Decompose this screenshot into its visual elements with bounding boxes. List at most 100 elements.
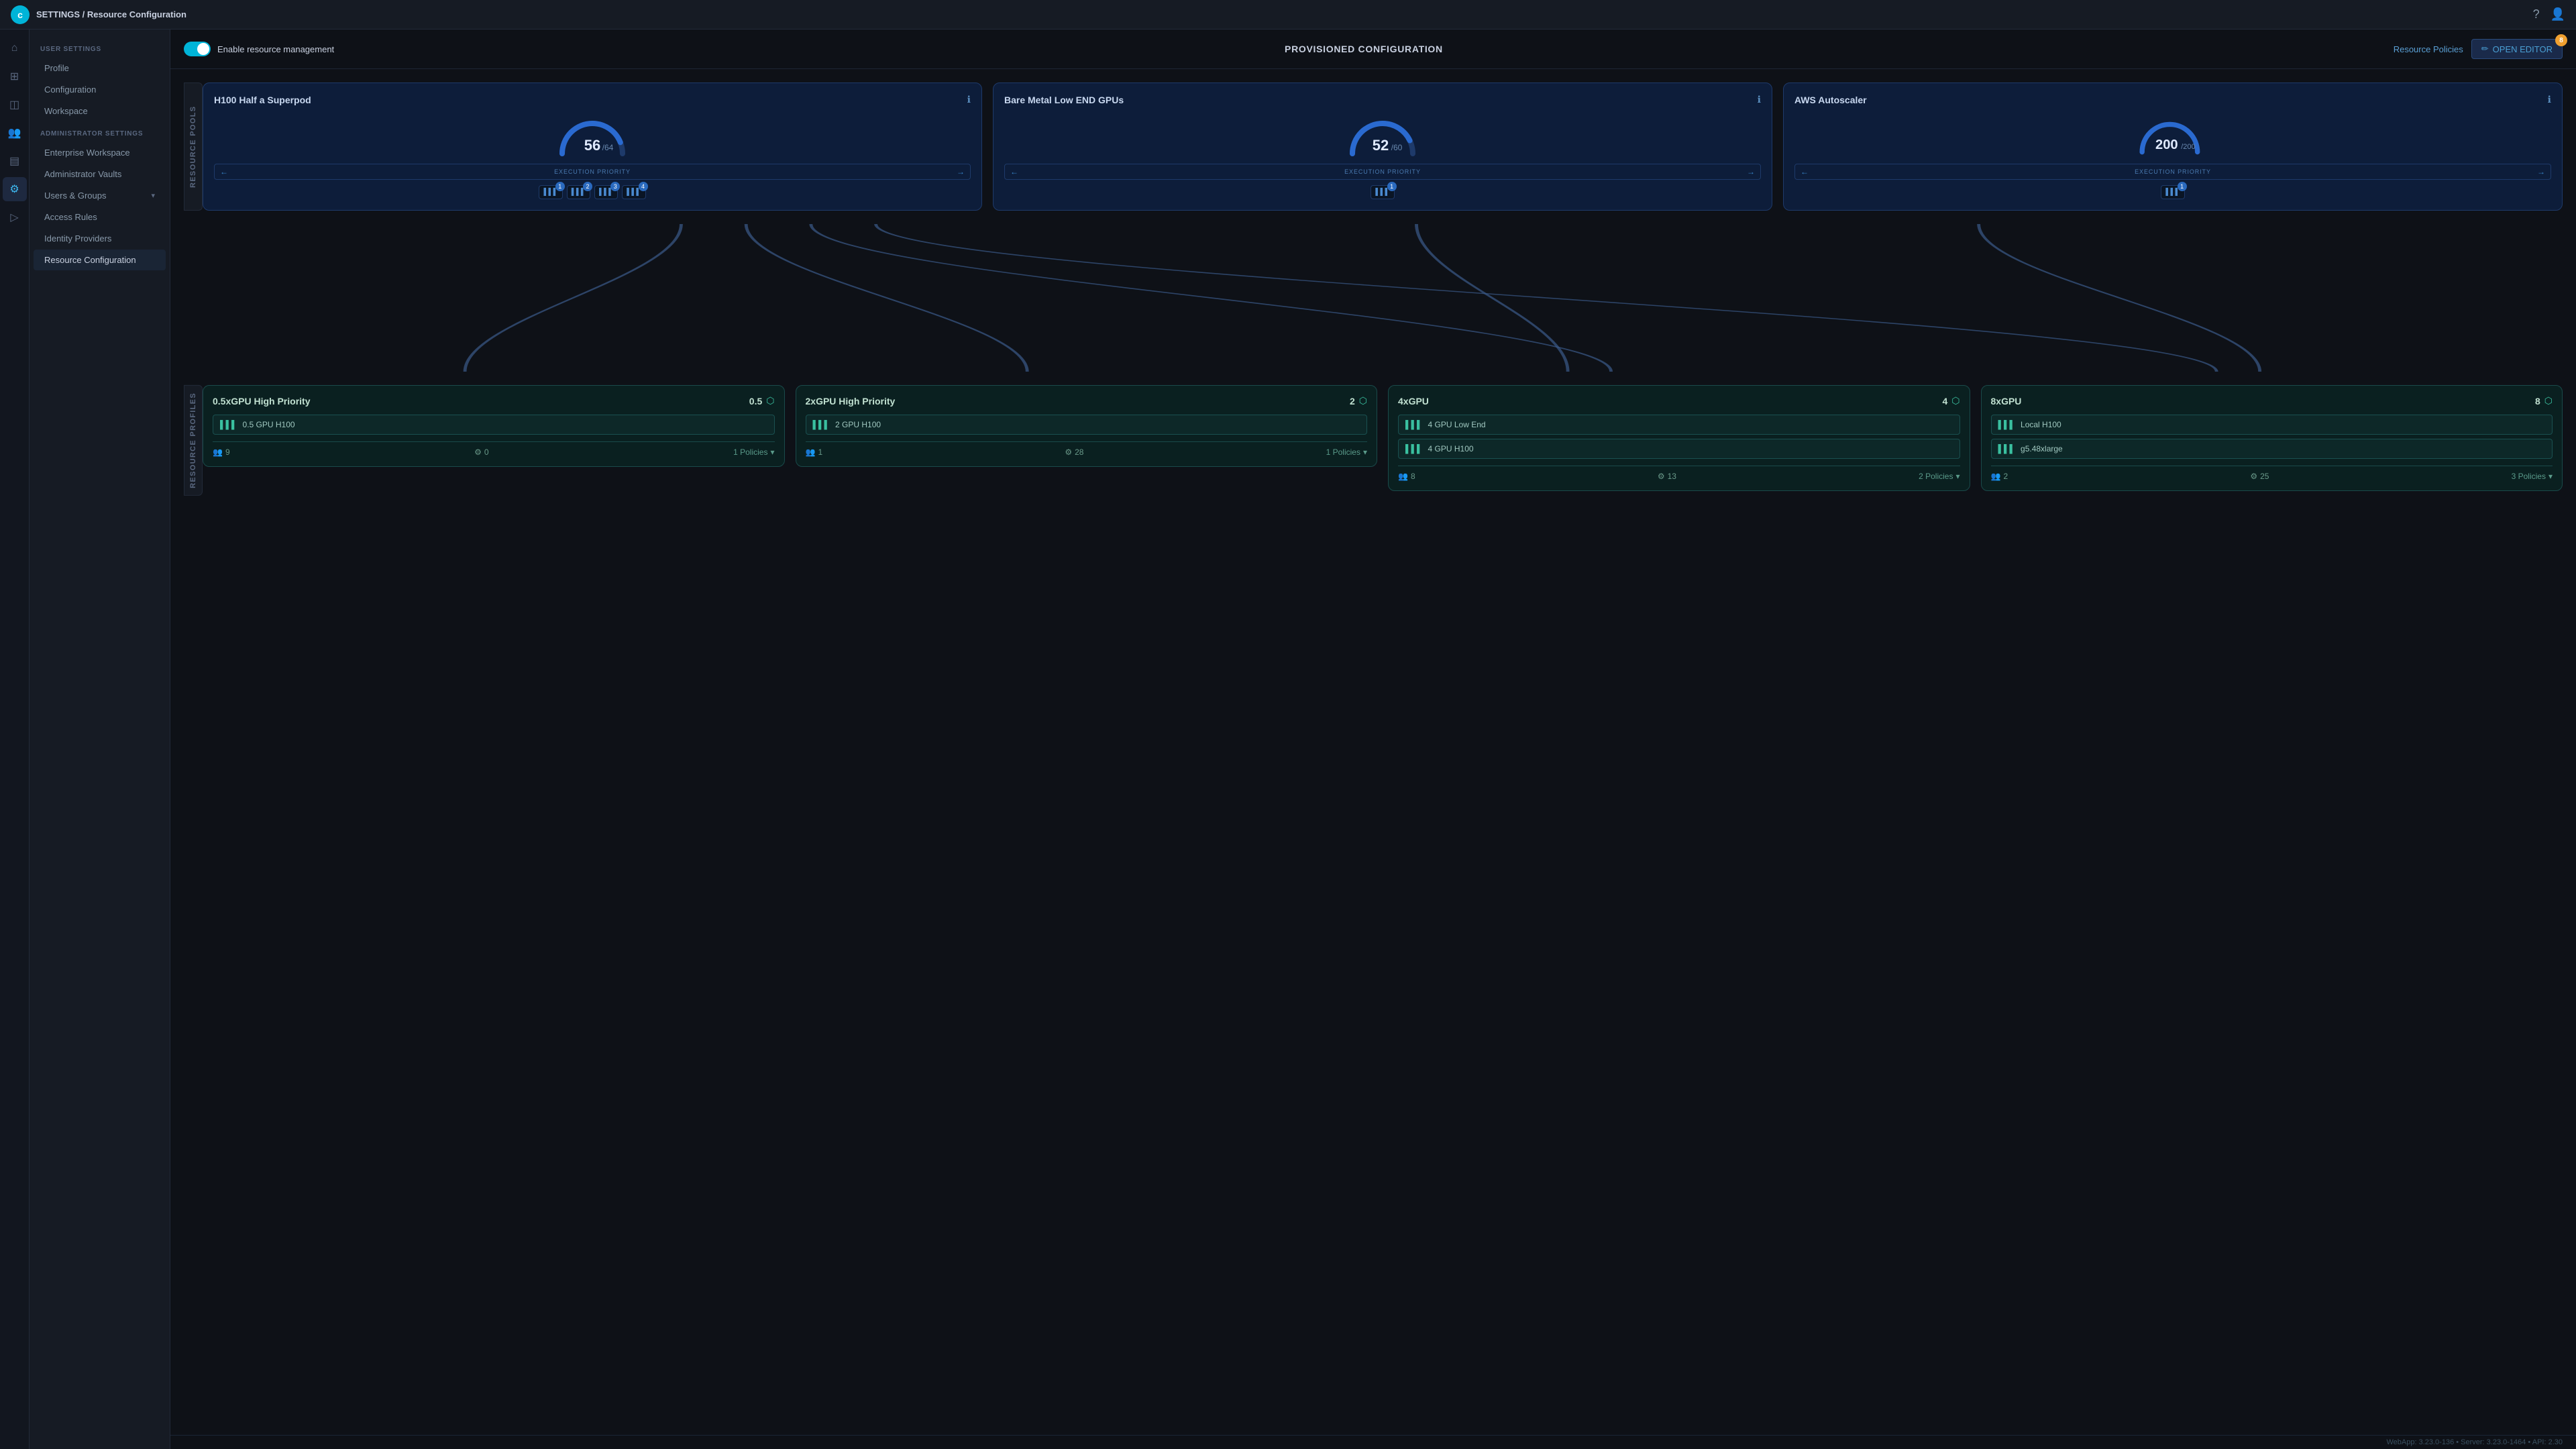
sidebar-item-profile[interactable]: Profile <box>34 58 166 78</box>
scroll-area[interactable]: RESOURCE POOLS H100 Half a Superpod ℹ <box>170 69 2576 1435</box>
header-right: Resource Policies ✏ OPEN EDITOR 8 <box>2394 39 2563 59</box>
pool-card-header: Bare Metal Low END GPUs ℹ <box>1004 94 1761 105</box>
content-area: Enable resource management PROVISIONED C… <box>170 30 2576 1449</box>
info-icon[interactable]: ℹ <box>1758 94 1761 105</box>
nav-table-icon[interactable]: ▤ <box>3 149 27 173</box>
sidebar-item-users-groups[interactable]: Users & Groups ▾ <box>34 185 166 206</box>
sidebar-item-access-rules[interactable]: Access Rules <box>34 207 166 227</box>
profile-cards-row: 0.5xGPU High Priority 0.5 ⬡ ▌▌▌ 0.5 GPU … <box>203 385 2563 496</box>
resource-bar-icon: ▌▌▌ <box>1405 444 1423 453</box>
resource-bar-icon: ▌▌▌ <box>1998 420 2016 429</box>
editor-badge: 8 <box>2555 34 2567 46</box>
ep-right-arrow: → <box>1747 167 1755 176</box>
ep-left-arrow: ← <box>1801 167 1809 176</box>
profile-card-header: 0.5xGPU High Priority 0.5 ⬡ <box>213 395 775 407</box>
queue-item-3[interactable]: ▌▌▌ 3 <box>594 185 618 199</box>
user-avatar-icon[interactable]: 👤 <box>2551 7 2565 21</box>
queue-item-4[interactable]: ▌▌▌ 4 <box>622 185 645 199</box>
info-icon[interactable]: ℹ <box>2548 94 2551 105</box>
info-icon[interactable]: ℹ <box>967 94 971 105</box>
open-editor-button[interactable]: ✏ OPEN EDITOR 8 <box>2471 39 2563 59</box>
users-icon: 👥 <box>1991 472 2001 481</box>
pool-card-title: H100 Half a Superpod <box>214 95 311 105</box>
svg-text:/64: /64 <box>602 143 614 152</box>
breadcrumb: SETTINGS / Resource Configuration <box>36 9 186 19</box>
nav-users-icon[interactable]: 👥 <box>3 121 27 145</box>
version-bar: WebApp: 3.23.0-136 • Server: 3.23.0-1464… <box>170 1435 2576 1449</box>
footer-jobs-stat: ⚙ 25 <box>2250 472 2269 481</box>
ep-label: EXECUTION PRIORITY <box>1021 168 1744 175</box>
provisioned-configuration-title: PROVISIONED CONFIGURATION <box>1285 44 1443 54</box>
queue-item-1[interactable]: ▌▌▌ 1 <box>1371 185 1394 199</box>
resource-pools-label: RESOURCE POOLS <box>184 83 203 211</box>
execution-priority-bar: ← EXECUTION PRIORITY → <box>1794 164 2551 180</box>
bar-icon: ▌▌▌ <box>543 189 557 196</box>
jobs-count: 13 <box>1668 472 1676 481</box>
sidebar-item-identity-providers[interactable]: Identity Providers <box>34 228 166 249</box>
resource-item-1: ▌▌▌ Local H100 <box>1991 415 2553 435</box>
profile-count: 8 <box>2535 396 2540 407</box>
ep-right-arrow: → <box>957 167 965 176</box>
policies-label: 1 Policies <box>1326 447 1360 457</box>
nav-settings-icon[interactable]: ⚙ <box>3 177 27 201</box>
resource-bar-icon: ▌▌▌ <box>220 420 237 429</box>
footer-users-stat: 👥 1 <box>806 447 823 457</box>
sidebar-item-configuration[interactable]: Configuration <box>34 79 166 100</box>
profile-card-8xgpu: 8xGPU 8 ⬡ ▌▌▌ Local H100 ▌▌▌ g <box>1981 385 2563 491</box>
jobs-count: 25 <box>2260 472 2269 481</box>
resource-item-label: 4 GPU Low End <box>1428 420 1486 429</box>
resource-item-label: 4 GPU H100 <box>1428 444 1474 453</box>
app-logo: c <box>11 5 30 24</box>
policies-label: 2 Policies <box>1919 472 1953 481</box>
profile-card-title: 4xGPU <box>1398 396 1429 407</box>
profile-count: 4 <box>1942 396 1947 407</box>
main-layout: ⌂ ⊞ ◫ 👥 ▤ ⚙ ▷ USER SETTINGS Profile Conf… <box>0 30 2576 1449</box>
chip-icon: ⬡ <box>1359 395 1367 407</box>
ep-right-arrow: → <box>2537 167 2545 176</box>
profile-card-header: 8xGPU 8 ⬡ <box>1991 395 2553 407</box>
pool-card-aws: AWS Autoscaler ℹ 200 /200 <box>1783 83 2563 211</box>
policies-button[interactable]: 3 Policies ▾ <box>2512 472 2553 481</box>
ep-label: EXECUTION PRIORITY <box>1811 168 2534 175</box>
sidebar-item-resource-configuration[interactable]: Resource Configuration <box>34 250 166 270</box>
profile-card-footer: 👥 8 ⚙ 13 2 Policies ▾ <box>1398 466 1960 481</box>
pool-card-header: H100 Half a Superpod ℹ <box>214 94 971 105</box>
queue-item-1[interactable]: ▌▌▌ 1 <box>2161 185 2184 199</box>
bar-icon: ▌▌▌ <box>2165 189 2180 196</box>
profile-card-title: 8xGPU <box>1991 396 2022 407</box>
user-settings-section-label: USER SETTINGS <box>30 38 170 57</box>
profile-count: 2 <box>1350 396 1355 407</box>
users-count: 2 <box>2003 472 2008 481</box>
policies-button[interactable]: 1 Policies ▾ <box>733 447 774 457</box>
svg-text:200: 200 <box>2155 138 2178 152</box>
nav-home-icon[interactable]: ⌂ <box>3 36 27 60</box>
jobs-icon: ⚙ <box>1658 472 1665 481</box>
profile-card-05xgpu: 0.5xGPU High Priority 0.5 ⬡ ▌▌▌ 0.5 GPU … <box>203 385 785 467</box>
connections-svg <box>184 224 2563 372</box>
ep-label: EXECUTION PRIORITY <box>231 168 954 175</box>
footer-jobs-stat: ⚙ 13 <box>1658 472 1676 481</box>
resource-bar-icon: ▌▌▌ <box>1998 444 2016 453</box>
chevron-down-icon: ▾ <box>770 447 774 457</box>
users-icon: 👥 <box>213 447 223 457</box>
sidebar-item-admin-vaults[interactable]: Administrator Vaults <box>34 164 166 184</box>
queue-item-2[interactable]: ▌▌▌ 2 <box>567 185 590 199</box>
nav-grid-icon[interactable]: ⊞ <box>3 64 27 89</box>
connections-area <box>184 224 2563 372</box>
nav-plugin-icon[interactable]: ▷ <box>3 205 27 229</box>
pool-card-title: AWS Autoscaler <box>1794 95 1867 105</box>
policies-button[interactable]: 2 Policies ▾ <box>1919 472 1960 481</box>
resource-policies-link[interactable]: Resource Policies <box>2394 44 2463 54</box>
sidebar-item-workspace[interactable]: Workspace <box>34 101 166 121</box>
resource-bar-icon: ▌▌▌ <box>813 420 830 429</box>
footer-jobs-stat: ⚙ 28 <box>1065 447 1083 457</box>
sidebar-item-enterprise-workspace[interactable]: Enterprise Workspace <box>34 142 166 163</box>
policies-button[interactable]: 1 Policies ▾ <box>1326 447 1367 457</box>
queue-item-1[interactable]: ▌▌▌ 1 <box>539 185 562 199</box>
enable-resource-management-toggle[interactable] <box>184 42 211 56</box>
profile-card-header: 4xGPU 4 ⬡ <box>1398 395 1960 407</box>
help-icon[interactable]: ? <box>2533 7 2540 21</box>
pool-card-title: Bare Metal Low END GPUs <box>1004 95 1124 105</box>
nav-layers-icon[interactable]: ◫ <box>3 93 27 117</box>
chip-icon: ⬡ <box>766 395 774 407</box>
